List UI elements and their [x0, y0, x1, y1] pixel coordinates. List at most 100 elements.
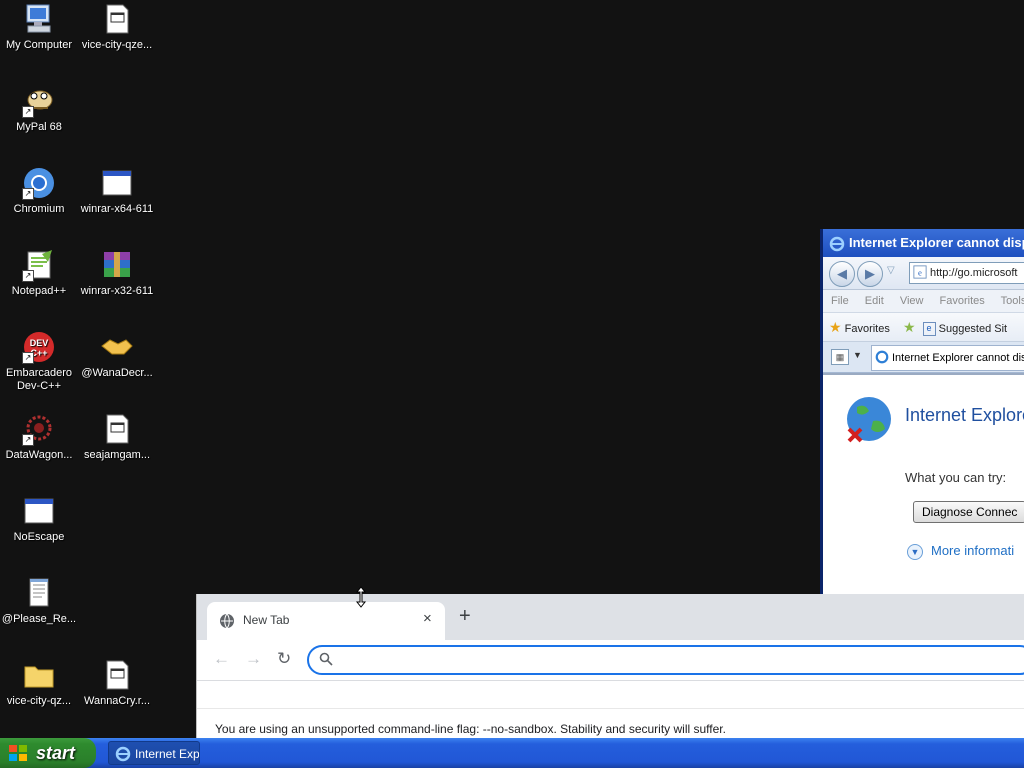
desktop-icon-label: vice-city-qz...: [6, 695, 72, 707]
expand-chevron-icon: ▼: [907, 543, 923, 560]
ie-window[interactable]: Internet Explorer cannot disp ◀ ▶ ▽ e ht…: [820, 229, 1024, 595]
shortcut-arrow-icon: ↗: [22, 106, 34, 118]
desktop-icon-label: seajamgam...: [83, 449, 151, 461]
desktop-icon-datawagon[interactable]: ↗ DataWagon...: [0, 412, 78, 462]
chromium-tab-new-tab[interactable]: New Tab ×: [207, 602, 445, 640]
desktop-icon-mypal[interactable]: ↗ MyPal 68: [0, 84, 78, 134]
file-icon: [106, 414, 129, 444]
desktop-icon-wanadecryptor[interactable]: @WanaDecr...: [78, 330, 156, 380]
taskbar-item-label: Internet Expl: [135, 747, 200, 761]
desktop-icon-please-read[interactable]: @Please_Re...: [0, 576, 78, 626]
search-icon: [319, 652, 333, 666]
ie-logo-icon: [115, 746, 131, 762]
ie-menu-file[interactable]: File: [831, 295, 849, 307]
forward-arrow-icon[interactable]: →: [245, 649, 262, 669]
shortcut-arrow-icon: ↗: [22, 188, 34, 200]
desktop-icon-vice-city-file[interactable]: vice-city-qze...: [78, 2, 156, 52]
desktop-icon-label: Embarcadero Dev-C++: [5, 367, 73, 392]
computer-icon: [26, 4, 51, 33]
ie-address-text: http://go.microsoft: [930, 267, 1018, 279]
desktop-icon-label: WannaCry.r...: [83, 695, 151, 707]
ie-favorites-bar: ★ Favorites ★ e Suggested Sit: [823, 312, 1024, 342]
omnibox-input[interactable]: [307, 645, 1024, 675]
ie-menu-favorites[interactable]: Favorites: [940, 295, 985, 307]
resize-vertical-cursor-icon: [355, 586, 367, 608]
ie-error-title: Internet Explore: [905, 405, 1024, 425]
desktop-icon-vice-city-folder[interactable]: vice-city-qz...: [0, 658, 78, 708]
ie-menu-bar: File Edit View Favorites Tools: [823, 290, 1024, 312]
svg-text:e: e: [918, 268, 922, 278]
desktop-icon-seajamgam[interactable]: seajamgam...: [78, 412, 156, 462]
shortcut-arrow-icon: ↗: [22, 352, 34, 364]
ie-favorites-button[interactable]: Favorites: [845, 323, 890, 335]
quick-tabs-icon[interactable]: ▦: [831, 349, 849, 365]
notepad-icon: [29, 578, 49, 607]
desktop-icon-winrar-x32[interactable]: winrar-x32-611: [78, 248, 156, 298]
shortcut-arrow-icon: ↗: [22, 434, 34, 446]
suggested-sites-icon: e: [922, 322, 936, 337]
ie-tab-logo-icon: [875, 350, 889, 364]
desktop-icon-wannacry[interactable]: WannaCry.r...: [78, 658, 156, 708]
desktop-icon-label: winrar-x32-611: [80, 285, 154, 297]
handshake-icon: [101, 339, 133, 355]
start-label: start: [36, 743, 76, 763]
desktop-icon-label: Notepad++: [11, 285, 67, 297]
more-information-link[interactable]: ▼ More informati: [907, 543, 1014, 560]
desktop-icon-label: winrar-x64-611: [80, 203, 154, 215]
desktop-icon-noescape[interactable]: NoEscape: [0, 494, 78, 544]
ie-forward-button[interactable]: ▶: [857, 261, 883, 287]
desktop-icon-devcpp[interactable]: DEV C++ ↗ Embarcadero Dev-C++: [0, 330, 78, 393]
ie-tab-label: Internet Explorer cannot dis: [892, 352, 1024, 364]
taskbar: start Internet Expl: [0, 738, 1024, 768]
file-icon: [106, 660, 129, 690]
more-information-label: More informati: [931, 543, 1015, 558]
diagnose-connection-button[interactable]: Diagnose Connec: [913, 501, 1024, 523]
desktop-icon-winrar-x64[interactable]: winrar-x64-611: [78, 166, 156, 216]
window-icon: [102, 170, 132, 196]
desktop-icon-label: MyPal 68: [16, 121, 62, 133]
ie-what-you-can-try: What you can try:: [905, 470, 1007, 485]
reload-icon[interactable]: ↻: [277, 649, 291, 669]
window-icon: [24, 498, 54, 524]
ie-suggested-sites-link[interactable]: Suggested Sit: [939, 323, 1008, 335]
ie-address-bar[interactable]: e http://go.microsoft: [909, 262, 1024, 284]
desktop-icon-chromium[interactable]: ↗ Chromium: [0, 166, 78, 216]
ie-logo-icon: [829, 236, 845, 251]
ie-title-bar[interactable]: Internet Explorer cannot disp: [823, 229, 1024, 257]
ie-tab-row: ▦ ▼ Internet Explorer cannot dis: [823, 342, 1024, 373]
tab-list-dropdown-icon[interactable]: ▼: [853, 350, 862, 360]
windows-logo-icon: [9, 745, 27, 761]
back-arrow-icon[interactable]: ←: [213, 649, 230, 669]
ie-nav-bar: ◀ ▶ ▽ e http://go.microsoft: [823, 257, 1024, 290]
desktop-icon-label: vice-city-qze...: [81, 39, 153, 51]
taskbar-item-internet-explorer[interactable]: Internet Expl: [108, 741, 200, 765]
ie-page-content: Internet Explore What you can try: Diagn…: [823, 373, 1024, 595]
desktop: My Computer ↗ MyPal 68 ↗ Chromium ↗ Note…: [0, 0, 1024, 768]
favorites-star-icon: ★: [829, 319, 842, 335]
ie-page-icon: e: [913, 265, 927, 279]
chromium-tab-strip: New Tab × +: [197, 594, 1024, 640]
ie-tab[interactable]: Internet Explorer cannot dis: [871, 345, 1024, 371]
globe-icon: [220, 613, 234, 629]
start-button[interactable]: start: [0, 738, 96, 768]
globe-error-icon: [847, 397, 891, 443]
svg-text:DEV: DEV: [30, 338, 49, 348]
ie-menu-edit[interactable]: Edit: [865, 295, 884, 307]
desktop-icon-label: @WanaDecr...: [81, 367, 153, 379]
ie-menu-view[interactable]: View: [900, 295, 924, 307]
desktop-icon-my-computer[interactable]: My Computer: [0, 2, 78, 52]
desktop-icon-notepadpp[interactable]: ↗ Notepad++: [0, 248, 78, 298]
close-tab-icon[interactable]: ×: [423, 610, 432, 627]
desktop-icon-label: NoEscape: [13, 531, 65, 543]
ie-menu-tools[interactable]: Tools: [1001, 295, 1024, 307]
new-tab-button[interactable]: +: [459, 606, 471, 626]
chromium-toolbar: ← → ↻: [197, 640, 1024, 681]
add-favorite-star-icon[interactable]: ★: [903, 319, 916, 335]
ie-back-button[interactable]: ◀: [829, 261, 855, 287]
winrar-icon: [104, 252, 130, 277]
chromium-tab-title: New Tab: [243, 613, 290, 627]
ie-history-dropdown-icon[interactable]: ▽: [887, 265, 895, 276]
file-icon: [106, 4, 129, 34]
bookmarks-bar-area: [197, 681, 1024, 709]
folder-icon: [24, 666, 54, 688]
